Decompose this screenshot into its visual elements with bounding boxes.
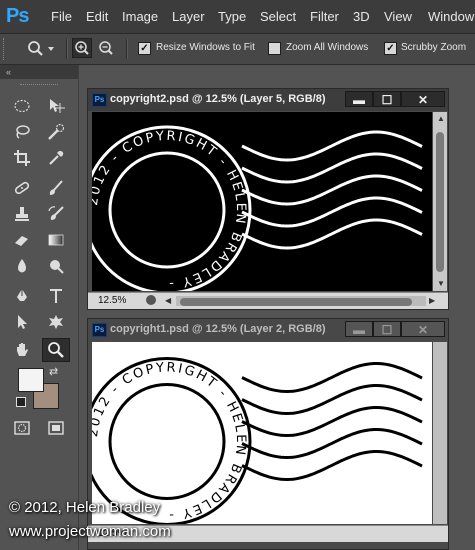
menu-bar: Ps File Edit Image Layer Type Select Fil… bbox=[0, 0, 475, 34]
move-tool-icon[interactable] bbox=[44, 95, 68, 117]
history-brush-tool-icon[interactable] bbox=[44, 203, 68, 225]
vertical-scroll-thumb[interactable] bbox=[436, 132, 444, 272]
maximize-button[interactable]: ☐ bbox=[373, 321, 401, 337]
path-selection-tool-icon[interactable] bbox=[10, 311, 34, 333]
menu-file[interactable]: File bbox=[51, 9, 72, 24]
zoom-level[interactable]: 12.5% bbox=[98, 295, 126, 306]
status-menu-icon[interactable] bbox=[146, 295, 156, 305]
hand-tool-icon[interactable] bbox=[10, 339, 34, 361]
menu-edit[interactable]: Edit bbox=[86, 9, 108, 24]
lasso-tool-icon[interactable] bbox=[10, 121, 34, 143]
screen-mode-icon[interactable] bbox=[44, 417, 68, 439]
document-titlebar[interactable]: Ps copyright1.psd @ 12.5% (Layer 2, RGB/… bbox=[88, 319, 448, 341]
tools-panel: « ⇄ bbox=[0, 65, 79, 550]
type-tool-icon[interactable] bbox=[44, 285, 68, 307]
scroll-down-arrow-icon[interactable]: ▼ bbox=[437, 279, 445, 288]
zoom-all-windows-checkbox[interactable] bbox=[268, 42, 281, 55]
zoom-tool-preset-icon[interactable] bbox=[26, 39, 56, 62]
eraser-tool-icon[interactable] bbox=[10, 229, 34, 251]
close-button[interactable]: ✕ bbox=[401, 321, 445, 337]
scroll-right-arrow-icon[interactable]: ▶ bbox=[429, 296, 435, 305]
menu-filter[interactable]: Filter bbox=[310, 9, 339, 24]
document-window-copyright2[interactable]: Ps copyright2.psd @ 12.5% (Layer 5, RGB/… bbox=[87, 88, 449, 310]
copyright-stamp-artwork: 2012 - COPYRIGHT - HELEN BRADLEY - bbox=[92, 125, 423, 291]
website-watermark: www.projectwoman.com bbox=[9, 523, 171, 540]
menu-layer[interactable]: Layer bbox=[172, 9, 205, 24]
vertical-scrollbar[interactable] bbox=[433, 342, 447, 524]
photoshop-document-icon: Ps bbox=[92, 93, 107, 107]
tools-panel-grip[interactable] bbox=[20, 84, 58, 88]
swap-colors-icon[interactable]: ⇄ bbox=[49, 365, 58, 378]
blur-tool-icon[interactable] bbox=[10, 255, 34, 277]
menu-3d[interactable]: 3D bbox=[353, 9, 370, 24]
menu-view[interactable]: View bbox=[384, 9, 412, 24]
custom-shape-tool-icon[interactable] bbox=[44, 311, 68, 333]
pen-tool-icon[interactable] bbox=[10, 285, 34, 307]
zoom-in-icon[interactable] bbox=[72, 38, 92, 58]
crop-tool-icon[interactable] bbox=[10, 147, 34, 169]
vertical-scrollbar[interactable]: ▲ ▼ bbox=[433, 112, 447, 291]
minimize-button[interactable]: ▬ bbox=[345, 321, 373, 337]
document-title: copyright2.psd @ 12.5% (Layer 5, RGB/8) bbox=[110, 93, 326, 105]
menu-select[interactable]: Select bbox=[260, 9, 296, 24]
copyright-stamp-artwork: 2012 - COPYRIGHT - HELEN BRADLEY - bbox=[92, 357, 423, 524]
separator bbox=[126, 39, 128, 59]
horizontal-scrollbar[interactable] bbox=[176, 296, 426, 306]
document-titlebar[interactable]: Ps copyright2.psd @ 12.5% (Layer 5, RGB/… bbox=[88, 89, 448, 111]
default-colors-icon[interactable] bbox=[16, 397, 26, 407]
resize-windows-label: Resize Windows to Fit bbox=[156, 42, 255, 53]
zoom-out-icon[interactable] bbox=[97, 39, 115, 60]
separator bbox=[66, 39, 68, 59]
minimize-button[interactable]: ▬ bbox=[345, 91, 373, 107]
photoshop-document-icon: Ps bbox=[92, 323, 107, 337]
horizontal-scroll-thumb[interactable] bbox=[180, 298, 412, 306]
copyright-watermark: © 2012, Helen Bradley bbox=[9, 499, 161, 516]
gradient-tool-icon[interactable] bbox=[44, 229, 68, 251]
resize-windows-checkbox[interactable]: ✓ bbox=[138, 42, 151, 55]
brush-tool-icon[interactable] bbox=[44, 177, 68, 199]
options-bar: ✓ Resize Windows to Fit Zoom All Windows… bbox=[0, 34, 475, 65]
options-grip[interactable] bbox=[3, 38, 7, 60]
zoom-tool-icon[interactable] bbox=[42, 338, 70, 362]
stamp-inner-ring bbox=[108, 383, 226, 500]
foreground-color-swatch[interactable] bbox=[18, 368, 44, 392]
marquee-tool-icon[interactable] bbox=[10, 95, 34, 117]
menu-type[interactable]: Type bbox=[218, 9, 246, 24]
document-canvas[interactable]: 2012 - COPYRIGHT - HELEN BRADLEY - bbox=[92, 112, 432, 291]
menu-image[interactable]: Image bbox=[122, 9, 158, 24]
scroll-up-arrow-icon[interactable]: ▲ bbox=[437, 114, 445, 123]
close-button[interactable]: ✕ bbox=[401, 91, 445, 107]
zoom-all-windows-label: Zoom All Windows bbox=[286, 42, 369, 53]
photoshop-logo: Ps bbox=[6, 5, 29, 27]
scrubby-zoom-label: Scrubby Zoom bbox=[401, 42, 467, 53]
spot-healing-tool-icon[interactable] bbox=[10, 177, 34, 199]
document-title: copyright1.psd @ 12.5% (Layer 2, RGB/8) bbox=[110, 323, 326, 335]
document-status-bar: 12.5% ◀ ▶ bbox=[88, 292, 448, 309]
document-canvas[interactable]: 2012 - COPYRIGHT - HELEN BRADLEY - bbox=[92, 342, 432, 524]
dodge-tool-icon[interactable] bbox=[44, 255, 68, 277]
tools-panel-header[interactable]: « bbox=[0, 65, 78, 79]
stamp-inner-ring bbox=[108, 151, 226, 269]
menu-window[interactable]: Window bbox=[428, 9, 474, 24]
clone-stamp-tool-icon[interactable] bbox=[10, 203, 34, 225]
quick-mask-icon[interactable] bbox=[10, 417, 34, 439]
maximize-button[interactable]: ☐ bbox=[373, 91, 401, 107]
quick-selection-tool-icon[interactable] bbox=[44, 121, 68, 143]
eyedropper-tool-icon[interactable] bbox=[44, 147, 68, 169]
scroll-left-arrow-icon[interactable]: ◀ bbox=[165, 296, 171, 305]
scrubby-zoom-checkbox[interactable]: ✓ bbox=[384, 42, 397, 55]
